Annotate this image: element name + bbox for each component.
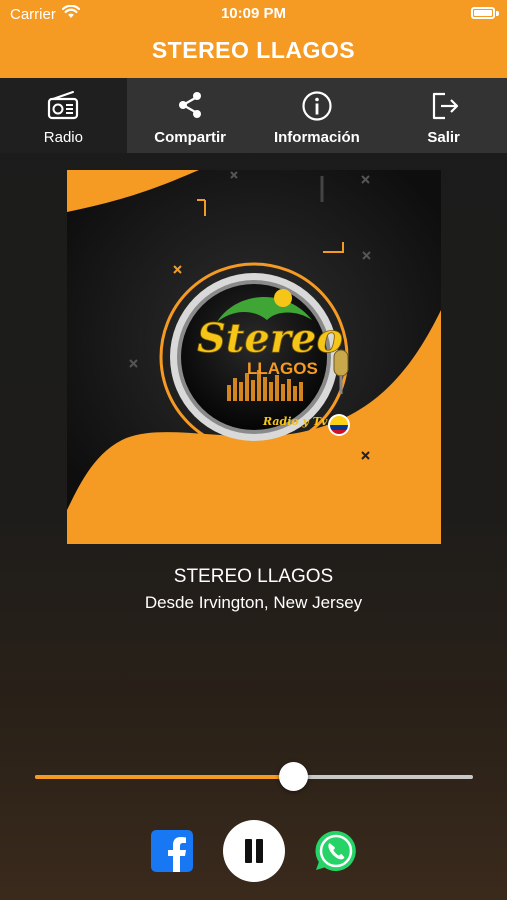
facebook-icon: [168, 837, 186, 872]
radio-icon: [48, 91, 79, 120]
share-icon: [179, 92, 202, 118]
station-name: STEREO LLAGOS: [173, 566, 334, 587]
station-artwork: Stereo LLAGOS Radio y Tv: [67, 170, 441, 544]
tab-share[interactable]: Compartir: [127, 78, 254, 153]
page-title: STEREO LLAGOS: [151, 37, 356, 63]
battery-tip: [496, 11, 499, 16]
status-bar: Carrier 10:09 PM: [0, 0, 507, 28]
tab-label-info: Información: [273, 129, 360, 146]
whatsapp-button[interactable]: [314, 829, 358, 873]
logo-tagline-text: Radio y Tv: [262, 415, 328, 428]
station-location: Desde Irvington, New Jersey: [144, 593, 363, 612]
station-logo-image: Stereo LLAGOS Radio y Tv: [67, 170, 441, 544]
logo-script-text: Stereo: [197, 315, 343, 362]
app-header: Carrier 10:09 PM STEREO LLAGOS: [0, 0, 507, 78]
pause-button[interactable]: [223, 820, 285, 882]
tab-info[interactable]: Información: [254, 78, 381, 153]
tab-label-share: Compartir: [154, 129, 226, 146]
tab-label-exit: Salir: [427, 129, 460, 146]
tab-bar: Radio Compartir Información Salir: [0, 78, 507, 153]
info-icon: [302, 91, 332, 121]
player-controls: [0, 820, 507, 884]
volume-slider[interactable]: [35, 762, 473, 791]
volume-thumb[interactable]: [279, 762, 309, 791]
volume-track-fill: [35, 775, 294, 779]
facebook-button[interactable]: [151, 830, 193, 872]
logo-llagos-text: LLAGOS: [247, 359, 318, 378]
colombia-flag-icon: [328, 414, 350, 436]
status-time: 10:09 PM: [220, 5, 287, 22]
tab-radio[interactable]: Radio: [0, 78, 127, 153]
whatsapp-icon: [315, 830, 356, 871]
pause-icon: [245, 839, 252, 863]
pause-icon-bar: [256, 839, 263, 863]
battery-icon: [471, 7, 495, 19]
exit-icon: [432, 92, 458, 120]
tab-label-radio: Radio: [43, 129, 83, 146]
tab-exit[interactable]: Salir: [380, 78, 507, 153]
